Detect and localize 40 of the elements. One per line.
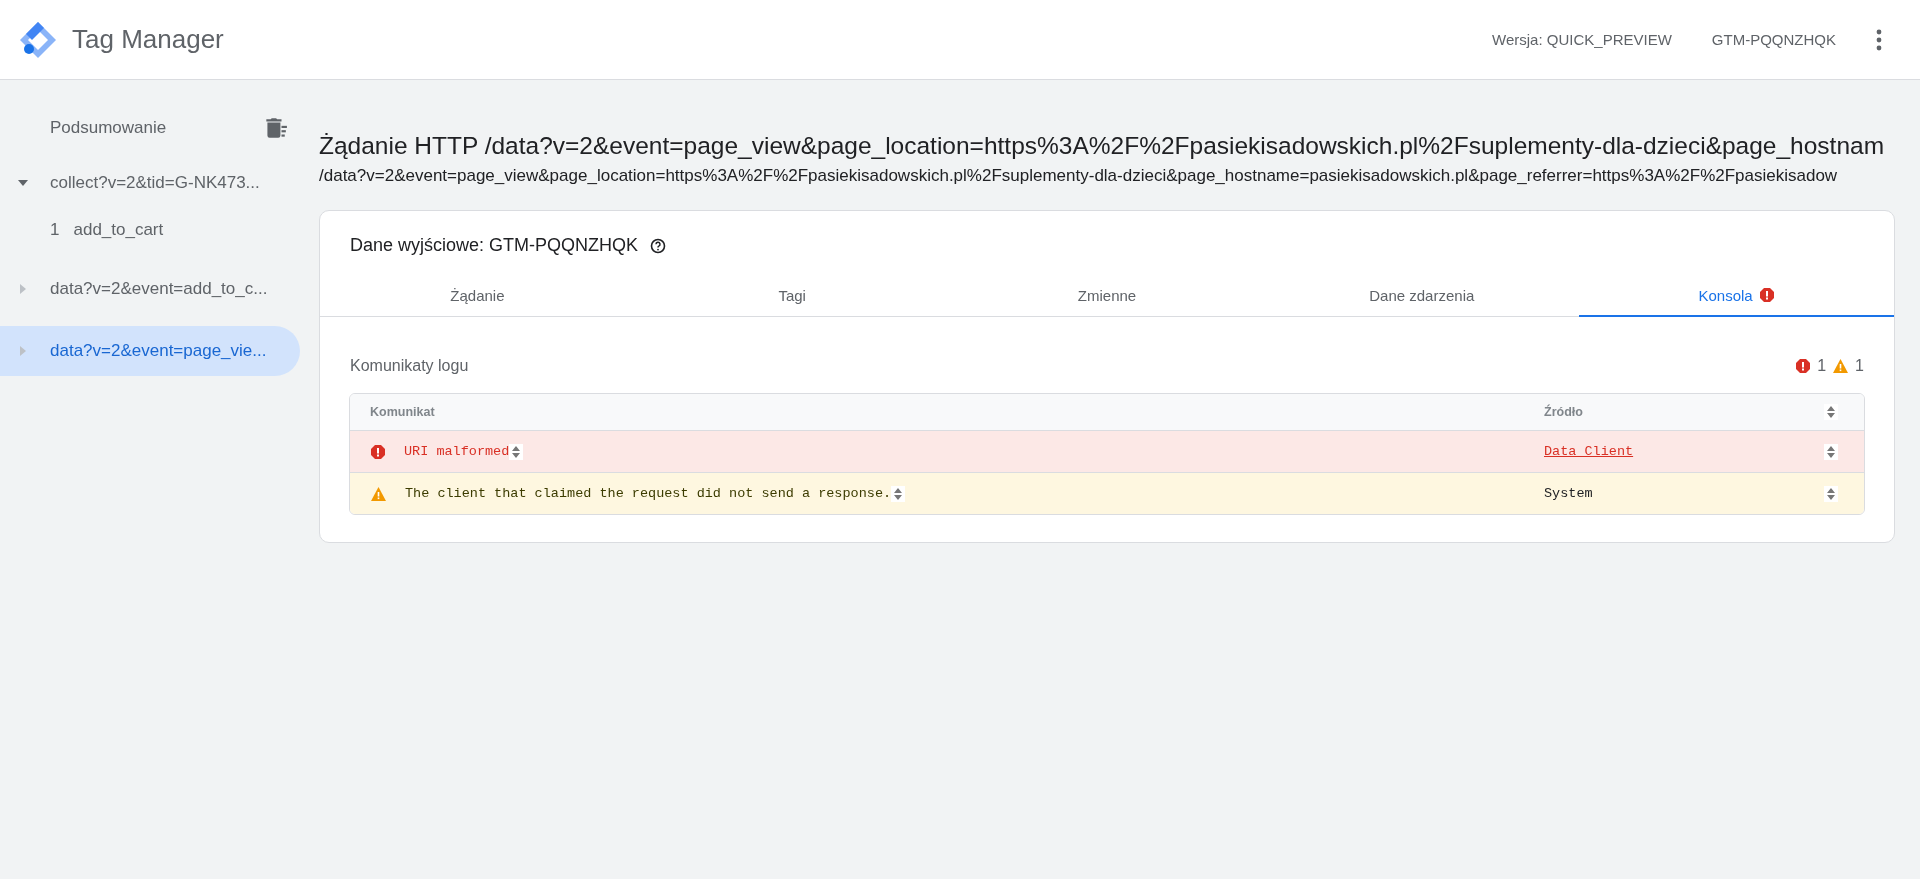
tab[interactable]: Zmienne <box>949 275 1265 317</box>
error-icon <box>370 443 386 460</box>
summary-link[interactable]: Podsumowanie <box>50 118 167 138</box>
app-title: Tag Manager <box>72 24 224 55</box>
event-number: 1 <box>50 220 60 240</box>
sort-icon[interactable] <box>891 485 906 502</box>
event-item[interactable]: add_to_cart <box>73 220 164 240</box>
logo-icon <box>18 19 58 60</box>
tab[interactable]: Żądanie <box>320 275 635 317</box>
sort-icon[interactable] <box>1824 485 1838 502</box>
more-icon[interactable] <box>1876 28 1882 51</box>
log-title: Komunikaty logu <box>350 357 469 375</box>
warning-icon <box>370 485 387 502</box>
tab[interactable]: Konsola <box>1579 275 1894 317</box>
log-message: The client that claimed the request did not send a response. <box>405 486 892 501</box>
request-item[interactable]: collect?v=2&tid=G-NK473... <box>0 158 300 208</box>
version-label: Wersja: QUICK_PREVIEW <box>1492 31 1672 48</box>
tab[interactable]: Dane zdarzenia <box>1264 275 1580 317</box>
error-icon <box>1795 358 1812 374</box>
warning-count: 1 <box>1855 357 1864 375</box>
help-icon[interactable] <box>650 237 667 254</box>
log-message: URI malformed <box>404 444 510 459</box>
sort-icon[interactable] <box>1824 443 1838 460</box>
column-header: Źródło <box>1544 405 1584 419</box>
column-header: Komunikat <box>369 405 436 419</box>
output-title: Dane wyjściowe: GTM-PQQNZHQK <box>350 235 639 256</box>
request-item[interactable]: data?v=2&event=add_to_c... <box>0 264 300 314</box>
error-count: 1 <box>1817 357 1827 375</box>
caret-down-icon[interactable] <box>18 178 28 188</box>
sort-icon[interactable] <box>1824 404 1838 420</box>
request-title: Żądanie HTTP /data?v=2&event=page_view&page_location=https%3A%2F%2Fpasiekisadowskich.pl%2Fsuplementy-dla-dzieci&page_hostnam <box>319 132 1886 160</box>
request-url: /data?v=2&event=page_view&page_location=https%3A%2F%2Fpasiekisadowskich.pl%2Fsuplementy-dla-dzieci&page_hostname=pasiekisadowskich.pl&page_referrer=https%3A%2F%2Fpasiekisadow <box>319 166 1839 186</box>
warning-icon <box>1832 358 1850 374</box>
request-item[interactable]: data?v=2&event=page_vie... <box>0 326 300 376</box>
tab[interactable]: Tagi <box>634 275 950 317</box>
error-icon <box>1758 287 1775 303</box>
source-link[interactable]: Data Client <box>1544 444 1824 459</box>
source-text: System <box>1544 486 1594 501</box>
sort-icon[interactable] <box>509 443 524 460</box>
container-id: GTM-PQQNZHQK <box>1711 31 1836 48</box>
